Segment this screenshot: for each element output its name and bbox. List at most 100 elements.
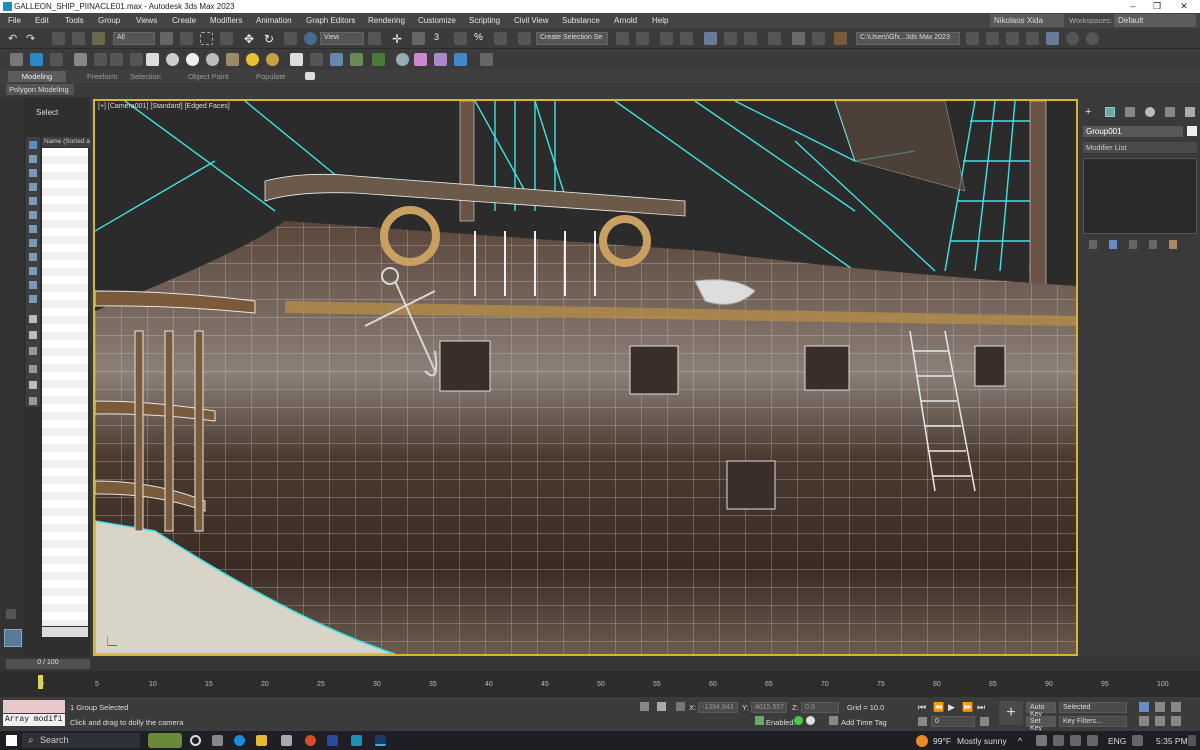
object-icon[interactable]: [290, 53, 303, 66]
orbit-icon[interactable]: [1171, 716, 1181, 726]
make-unique-icon[interactable]: [1129, 240, 1137, 249]
ref-coord-dropdown[interactable]: View: [320, 32, 364, 45]
tab-freeform[interactable]: Freeform: [87, 72, 117, 81]
menu-edit[interactable]: Edit: [35, 16, 49, 25]
play-icon[interactable]: ▶: [948, 702, 955, 713]
create-tab-icon[interactable]: +: [1085, 106, 1091, 118]
helper-icon[interactable]: [330, 53, 343, 66]
add-time-tag-icon[interactable]: [829, 716, 838, 725]
project-folder-icon[interactable]: [966, 32, 979, 45]
keyboard-shortcut-icon[interactable]: [412, 32, 425, 45]
dropbox-icon[interactable]: [1036, 735, 1047, 746]
hierarchy-icon[interactable]: [110, 53, 123, 66]
refresh-icon[interactable]: [1086, 32, 1099, 45]
modifier-list-dropdown[interactable]: Modifier List: [1083, 142, 1197, 153]
workspace-dropdown[interactable]: Default: [1114, 14, 1196, 27]
angle-snap-icon[interactable]: [454, 32, 467, 45]
filter-geometry-icon[interactable]: [29, 141, 37, 149]
filter-bones-icon[interactable]: [29, 253, 37, 261]
object-name-field[interactable]: Group001: [1083, 126, 1183, 137]
pivot-icon[interactable]: [368, 32, 381, 45]
paint-icon[interactable]: [74, 53, 87, 66]
menu-animation[interactable]: Animation: [256, 16, 292, 25]
sun-icon[interactable]: [246, 53, 259, 66]
polygon-modeling-panel[interactable]: Polygon Modeling: [6, 84, 74, 95]
windows-start-icon[interactable]: [6, 735, 17, 746]
plant-icon[interactable]: [350, 53, 363, 66]
filter-spacewarps-icon[interactable]: [29, 211, 37, 219]
zoom-icon[interactable]: [1139, 702, 1149, 712]
undo-icon[interactable]: ↶: [8, 32, 21, 45]
layer-icon[interactable]: [29, 397, 37, 405]
key-mode-icon[interactable]: [918, 717, 927, 726]
filter-helpers-icon[interactable]: [29, 197, 37, 205]
scale-icon[interactable]: [284, 32, 297, 45]
modify-tab-icon[interactable]: [1105, 107, 1115, 117]
shape-icon[interactable]: [310, 53, 323, 66]
filter-containers-icon[interactable]: [29, 267, 37, 275]
matte-sphere-icon[interactable]: [206, 53, 219, 66]
curve-editor-icon[interactable]: [724, 32, 737, 45]
show-end-result-icon[interactable]: [1109, 240, 1117, 249]
funnel-icon[interactable]: [29, 381, 37, 389]
key-filter-dropdown[interactable]: Selected: [1059, 702, 1127, 713]
environment-icon[interactable]: [226, 53, 239, 66]
schematic-view-icon[interactable]: [744, 32, 757, 45]
time-config-icon[interactable]: [806, 716, 815, 725]
viewport-label[interactable]: [+] [Camera001] [Standard] [Edged Faces]: [98, 103, 230, 110]
named-selection-dropdown[interactable]: Create Selection Se: [536, 32, 608, 45]
mirror-icon[interactable]: [616, 32, 629, 45]
active-shade-icon[interactable]: [30, 53, 43, 66]
camera-viewport[interactable]: [93, 99, 1078, 656]
network-icon[interactable]: [1053, 735, 1064, 746]
find-icon[interactable]: [29, 365, 37, 373]
batch-icon[interactable]: [480, 53, 493, 66]
chrome-icon[interactable]: [305, 735, 316, 746]
next-frame-icon[interactable]: ⏩: [962, 702, 973, 713]
modifier-stack[interactable]: [1083, 158, 1197, 234]
plane-icon[interactable]: [146, 53, 159, 66]
ribbon-options-icon[interactable]: [305, 72, 315, 80]
widgets-icon[interactable]: [212, 735, 223, 746]
filter-frozen-icon[interactable]: [29, 281, 37, 289]
maxscript-listener-output[interactable]: [3, 700, 65, 713]
tab-object-paint[interactable]: Object Paint: [188, 72, 229, 81]
percent-snap-icon[interactable]: %: [474, 32, 487, 45]
pan-icon[interactable]: [1155, 716, 1165, 726]
battery-icon[interactable]: [1087, 735, 1098, 746]
scene-explorer-toggle-icon[interactable]: [660, 32, 673, 45]
menu-tools[interactable]: Tools: [65, 16, 84, 25]
circle-30-icon[interactable]: [1066, 32, 1079, 45]
user-account-button[interactable]: Nikolaos Xida: [990, 14, 1064, 27]
isolate-icon[interactable]: [640, 702, 649, 711]
remove-modifier-icon[interactable]: [1149, 240, 1157, 249]
menu-modifiers[interactable]: Modifiers: [210, 16, 242, 25]
auto-key-button[interactable]: Auto Key: [1026, 702, 1056, 718]
clock[interactable]: 5:35 PM: [1156, 736, 1188, 746]
scene-list-scrollbar[interactable]: [42, 627, 88, 637]
sky-icon[interactable]: [266, 53, 279, 66]
invert-display-icon[interactable]: [29, 347, 37, 355]
set-key-button[interactable]: Set Key: [1026, 716, 1056, 732]
render-icon[interactable]: [834, 32, 847, 45]
system-tray-icon[interactable]: ^: [1018, 736, 1022, 746]
scene-list[interactable]: [42, 148, 88, 626]
selection-filter-dropdown[interactable]: All: [113, 32, 155, 45]
time-configuration-icon[interactable]: [980, 717, 989, 726]
menu-arnold[interactable]: Arnold: [614, 16, 637, 25]
menu-create[interactable]: Create: [172, 16, 196, 25]
file-explorer-icon[interactable]: [256, 735, 267, 746]
globe-icon[interactable]: [396, 53, 409, 66]
save-icon[interactable]: [1006, 32, 1019, 45]
filter-hidden-icon[interactable]: [29, 295, 37, 303]
filter-xrefs-icon[interactable]: [29, 239, 37, 247]
weather-icon[interactable]: [916, 735, 928, 747]
field-of-view-icon[interactable]: [1139, 716, 1149, 726]
utilities-tab-icon[interactable]: [1185, 107, 1195, 117]
ribbon-toggle-icon[interactable]: [704, 32, 717, 45]
notification-icon[interactable]: [1188, 735, 1196, 746]
store-icon[interactable]: [281, 735, 292, 746]
previous-frame-icon[interactable]: ⏪: [933, 702, 944, 713]
import-icon[interactable]: [1026, 32, 1039, 45]
render-frame-icon[interactable]: [812, 32, 825, 45]
